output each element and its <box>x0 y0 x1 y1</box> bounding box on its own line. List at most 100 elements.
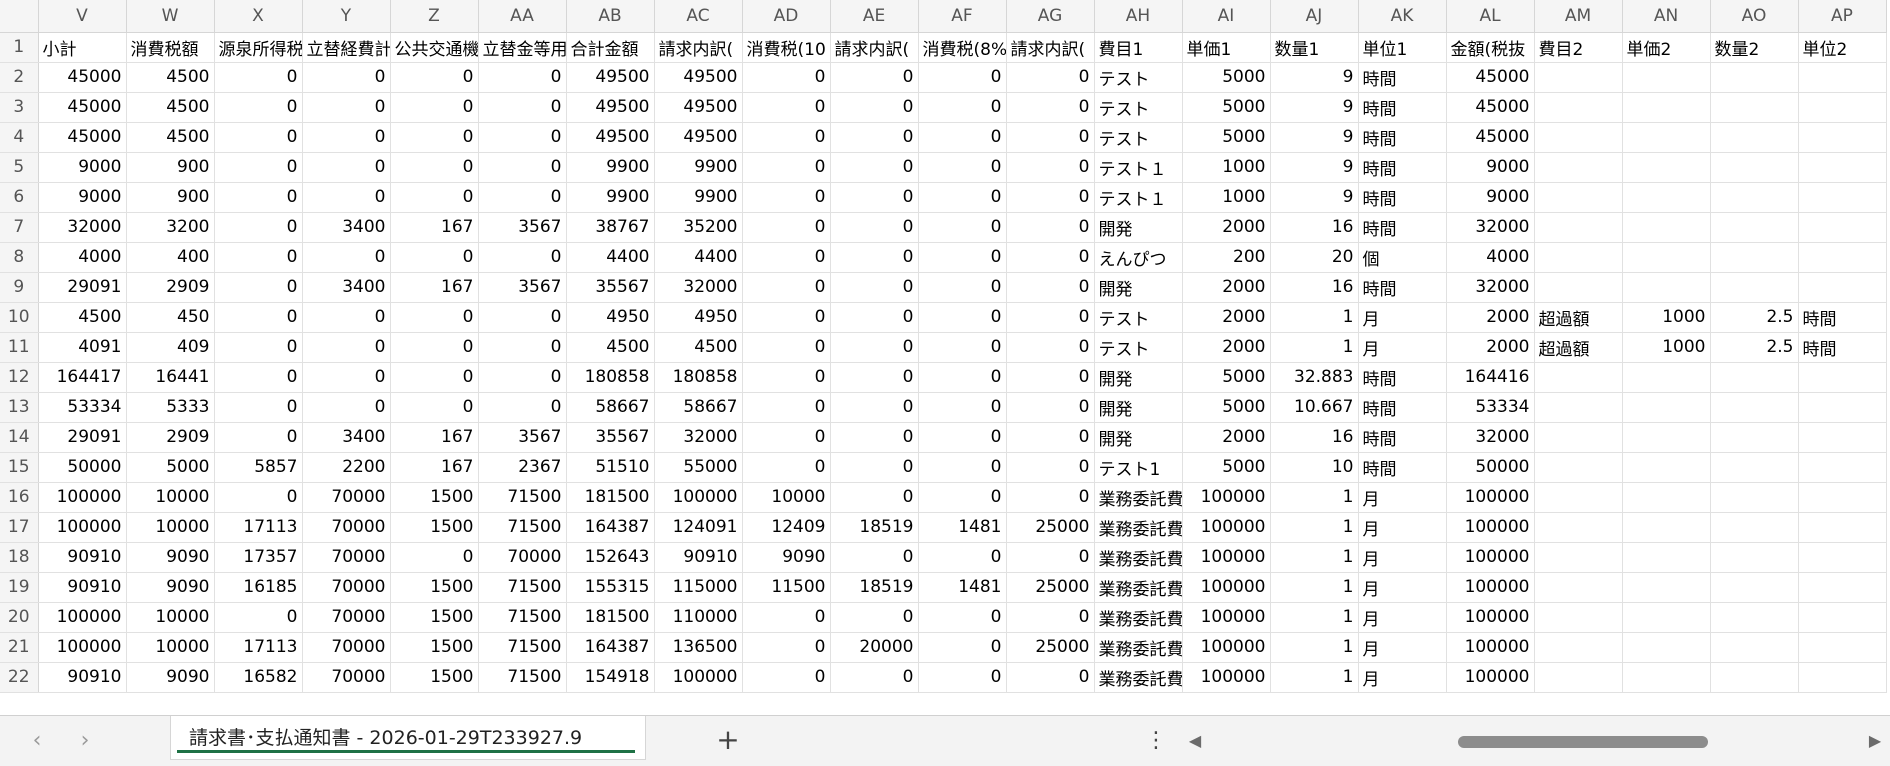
cell[interactable]: 0 <box>1006 662 1095 693</box>
cell[interactable]: 開発 <box>1094 212 1183 243</box>
cell[interactable]: 0 <box>1006 92 1095 123</box>
cell[interactable]: 152643 <box>566 542 655 573</box>
cell[interactable] <box>1798 122 1887 153</box>
cell[interactable]: 200 <box>1182 242 1271 273</box>
cell[interactable]: 0 <box>390 242 479 273</box>
cell[interactable]: 0 <box>742 662 831 693</box>
cell[interactable]: 9090 <box>126 662 215 693</box>
cell[interactable]: 0 <box>830 422 919 453</box>
row-header[interactable]: 14 <box>0 422 39 453</box>
cell[interactable]: 0 <box>214 92 303 123</box>
cell[interactable]: 0 <box>1006 332 1095 363</box>
cell[interactable] <box>1534 632 1623 663</box>
cell[interactable]: 0 <box>830 302 919 333</box>
cell[interactable]: 0 <box>830 272 919 303</box>
cell[interactable]: 181500 <box>566 602 655 633</box>
cell[interactable] <box>1710 392 1799 423</box>
cell[interactable]: 32000 <box>38 212 127 243</box>
cell[interactable]: 49500 <box>566 122 655 153</box>
cell[interactable]: 開発 <box>1094 272 1183 303</box>
cell[interactable]: 0 <box>1006 362 1095 393</box>
cell[interactable]: 16 <box>1270 422 1359 453</box>
cell[interactable]: 0 <box>1006 182 1095 213</box>
cell[interactable]: 1500 <box>390 482 479 513</box>
cell[interactable] <box>1710 632 1799 663</box>
cell[interactable] <box>1710 362 1799 393</box>
cell[interactable] <box>1534 662 1623 693</box>
cell[interactable]: 0 <box>390 122 479 153</box>
cell[interactable]: 0 <box>918 392 1007 423</box>
cell[interactable] <box>1534 482 1623 513</box>
horizontal-scrollbar[interactable]: ◀ ▶ <box>1185 726 1885 756</box>
cell[interactable] <box>1710 92 1799 123</box>
cell[interactable]: 32000 <box>1446 212 1535 243</box>
cell[interactable]: 4500 <box>566 332 655 363</box>
cell[interactable] <box>1798 632 1887 663</box>
cell[interactable] <box>1534 122 1623 153</box>
cell[interactable]: 0 <box>742 212 831 243</box>
cell[interactable] <box>1710 572 1799 603</box>
cell[interactable]: 71500 <box>478 662 567 693</box>
cell[interactable]: 100000 <box>1446 512 1535 543</box>
cell[interactable]: 0 <box>390 332 479 363</box>
prev-sheet-icon[interactable]: ‹ <box>22 726 52 756</box>
cell[interactable] <box>1622 602 1711 633</box>
cell[interactable]: 1 <box>1270 302 1359 333</box>
cell[interactable]: 17113 <box>214 632 303 663</box>
cell[interactable]: 4091 <box>38 332 127 363</box>
cell[interactable]: 32000 <box>654 422 743 453</box>
cell[interactable]: 0 <box>830 182 919 213</box>
cell[interactable]: 時間 <box>1358 362 1447 393</box>
cell[interactable]: 2000 <box>1182 422 1271 453</box>
cell[interactable]: 0 <box>830 452 919 483</box>
cell[interactable]: 0 <box>742 272 831 303</box>
cell[interactable]: 0 <box>478 62 567 93</box>
column-header[interactable]: V <box>38 0 127 33</box>
cell[interactable]: 時間 <box>1798 302 1887 333</box>
cell[interactable]: 51510 <box>566 452 655 483</box>
column-header[interactable]: AE <box>830 0 919 33</box>
column-header[interactable]: AD <box>742 0 831 33</box>
cell[interactable] <box>1710 122 1799 153</box>
cell[interactable]: 1 <box>1270 512 1359 543</box>
column-header[interactable]: AB <box>566 0 655 33</box>
cell[interactable] <box>1710 422 1799 453</box>
cell[interactable]: 0 <box>214 302 303 333</box>
cell[interactable]: 4000 <box>38 242 127 273</box>
cell[interactable]: 20 <box>1270 242 1359 273</box>
cell[interactable] <box>1622 392 1711 423</box>
cell[interactable]: 0 <box>390 362 479 393</box>
cell[interactable] <box>1622 122 1711 153</box>
cell[interactable]: 3400 <box>302 422 391 453</box>
cell[interactable]: 業務委託費 <box>1094 662 1183 693</box>
cell[interactable]: 70000 <box>302 602 391 633</box>
row-header[interactable]: 4 <box>0 122 39 153</box>
row-header[interactable]: 3 <box>0 92 39 123</box>
cell[interactable]: 5857 <box>214 452 303 483</box>
cell[interactable]: 0 <box>742 302 831 333</box>
cell[interactable]: 0 <box>390 182 479 213</box>
cell[interactable]: 1500 <box>390 602 479 633</box>
cell[interactable]: 0 <box>918 62 1007 93</box>
cell[interactable]: 10000 <box>126 482 215 513</box>
cell[interactable] <box>1710 272 1799 303</box>
cell[interactable]: 0 <box>742 242 831 273</box>
cell[interactable]: 0 <box>918 302 1007 333</box>
cell[interactable]: 2200 <box>302 452 391 483</box>
cell[interactable]: 0 <box>1006 542 1095 573</box>
scrollbar-thumb[interactable] <box>1458 736 1708 748</box>
cell[interactable] <box>1534 62 1623 93</box>
cell[interactable]: 9900 <box>566 182 655 213</box>
scroll-left-icon[interactable]: ◀ <box>1185 726 1205 756</box>
cell[interactable]: 0 <box>918 212 1007 243</box>
cell[interactable]: 164387 <box>566 632 655 663</box>
cell[interactable]: 5000 <box>126 452 215 483</box>
cell[interactable] <box>1622 542 1711 573</box>
cell[interactable]: 100000 <box>654 482 743 513</box>
cell[interactable]: 0 <box>918 182 1007 213</box>
cell[interactable]: 0 <box>1006 482 1095 513</box>
cell[interactable]: 0 <box>742 182 831 213</box>
cell[interactable]: 超過額 <box>1534 302 1623 333</box>
cell[interactable]: 45000 <box>1446 122 1535 153</box>
cell[interactable]: 100000 <box>1182 632 1271 663</box>
